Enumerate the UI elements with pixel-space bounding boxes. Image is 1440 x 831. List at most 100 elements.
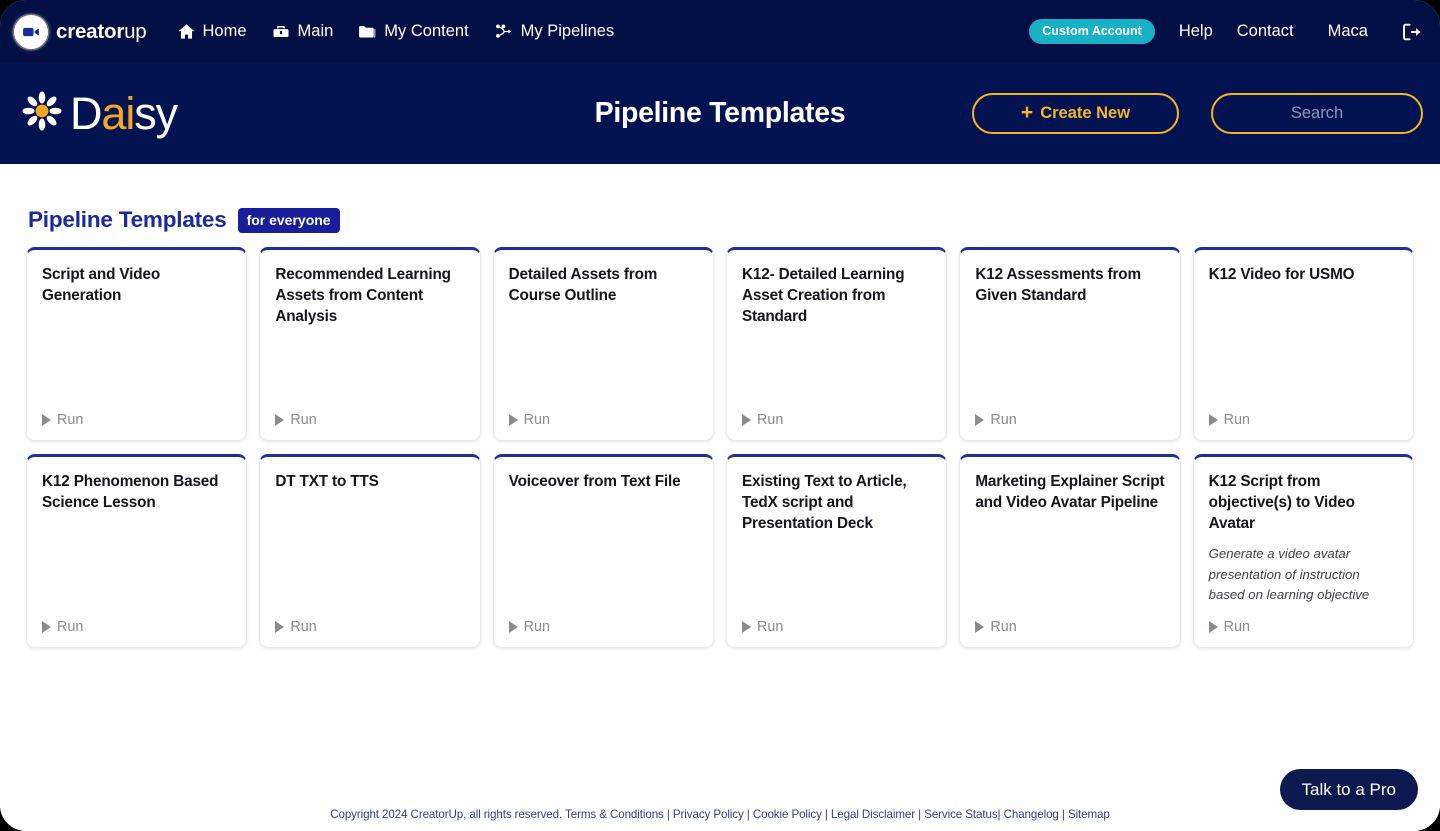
brand-name-bold: creator [56, 19, 125, 43]
template-card-title: Recommended Learning Assets from Content… [275, 266, 451, 326]
top-nav-right-group: Custom Account Help Contact Maca [1029, 19, 1422, 44]
template-card-title: Voiceover from Text File [508, 473, 681, 490]
run-label: Run [1223, 412, 1251, 428]
page-header: Daisy Pipeline Templates + Create New [0, 63, 1440, 164]
pipeline-nodes-icon [493, 22, 514, 41]
template-card-title: DT TXT to TTS [275, 473, 379, 490]
play-icon [741, 621, 751, 633]
run-button[interactable]: Run [741, 619, 931, 635]
footer-link-service-status[interactable]: Service Status [924, 808, 997, 821]
nav-item-my-pipelines[interactable]: My Pipelines [493, 22, 615, 41]
run-label: Run [1223, 619, 1251, 635]
run-label: Run [756, 412, 784, 428]
run-label: Run [290, 412, 317, 428]
create-new-button[interactable]: + Create New [972, 93, 1179, 134]
section-badge: for everyone [237, 207, 340, 233]
play-icon [1208, 414, 1218, 426]
play-icon [975, 414, 985, 426]
footer-link-privacy[interactable]: Privacy Policy [673, 808, 744, 821]
run-button[interactable]: Run [42, 619, 231, 635]
search-input[interactable] [1211, 93, 1423, 134]
template-card-title: Detailed Assets from Course Outline [508, 266, 658, 305]
run-label: Run [756, 619, 784, 635]
run-button[interactable]: Run [741, 412, 931, 428]
logout-icon[interactable] [1400, 21, 1422, 43]
section-title: Pipeline Templates [28, 207, 227, 232]
user-menu[interactable]: Maca [1328, 22, 1368, 41]
nav-item-help[interactable]: Help [1179, 22, 1213, 41]
template-card[interactable]: K12- Detailed Learning Asset Creation fr… [725, 247, 948, 441]
daisy-logo: Daisy [17, 86, 178, 141]
home-icon [177, 22, 196, 41]
nav-item-main-label: Main [297, 22, 334, 40]
run-label: Run [523, 412, 551, 428]
template-card[interactable]: K12 Assessments from Given Standard Run [959, 247, 1181, 441]
nav-item-contact[interactable]: Contact [1237, 22, 1294, 41]
run-label: Run [990, 412, 1017, 428]
play-icon [975, 621, 985, 633]
footer-copyright: Copyright 2024 CreatorUp, all rights res… [330, 808, 563, 821]
play-icon [508, 414, 518, 426]
template-card-title: K12 Phenomenon Based Science Lesson [42, 473, 219, 512]
nav-item-main[interactable]: Main [271, 22, 334, 41]
run-button[interactable]: Run [508, 619, 698, 635]
run-button[interactable]: Run [975, 412, 1164, 428]
play-icon [42, 621, 51, 633]
template-card[interactable]: Existing Text to Article, TedX script an… [725, 454, 948, 648]
folder-icon [357, 22, 377, 41]
template-card-title: Script and Video Generation [42, 266, 161, 305]
run-button[interactable]: Run [275, 412, 464, 428]
primary-nav-links: Home Main My Content My Pipelines [177, 22, 615, 41]
run-button[interactable]: Run [508, 412, 698, 428]
run-label: Run [523, 619, 551, 635]
play-icon [1208, 621, 1218, 633]
template-card-title: K12- Detailed Learning Asset Creation fr… [741, 266, 905, 326]
template-card[interactable]: DT TXT to TTS Run [259, 454, 481, 648]
template-card[interactable]: Voiceover from Text File Run [492, 454, 714, 648]
play-icon [42, 414, 51, 426]
template-card-title: K12 Script from objective(s) to Video Av… [1208, 473, 1355, 533]
creatorup-brand[interactable]: creatorup [14, 14, 147, 49]
run-button[interactable]: Run [42, 412, 231, 428]
nav-item-my-content[interactable]: My Content [357, 22, 469, 41]
footer-link-changelog[interactable]: Changelog [1004, 808, 1059, 821]
template-card[interactable]: Marketing Explainer Script and Video Ava… [959, 454, 1181, 648]
template-card-title: Marketing Explainer Script and Video Ava… [975, 473, 1165, 512]
custom-account-badge[interactable]: Custom Account [1029, 19, 1155, 44]
template-card[interactable]: Script and Video Generation Run [26, 247, 248, 441]
run-label: Run [990, 619, 1017, 635]
footer: Copyright 2024 CreatorUp, all rights res… [330, 808, 1110, 821]
brand-name-light: up [124, 19, 147, 43]
run-button[interactable]: Run [1208, 412, 1398, 428]
template-card[interactable]: Detailed Assets from Course Outline Run [492, 247, 714, 441]
template-card-title: K12 Video for USMO [1208, 266, 1355, 283]
video-camera-icon [14, 14, 48, 49]
run-label: Run [57, 412, 84, 428]
template-card[interactable]: K12 Phenomenon Based Science Lesson Run [26, 454, 248, 648]
daisy-text-ai: ai [101, 88, 135, 139]
template-card[interactable]: K12 Video for USMO Run [1192, 247, 1414, 441]
daisy-wordmark: Daisy [70, 88, 178, 139]
footer-link-cookie[interactable]: Cookie Policy [753, 808, 822, 821]
footer-link-sitemap[interactable]: Sitemap [1068, 808, 1110, 821]
footer-link-legal[interactable]: Legal Disclaimer [831, 808, 915, 821]
nav-item-my-content-label: My Content [384, 22, 469, 40]
nav-item-home[interactable]: Home [177, 22, 247, 41]
template-card-title: K12 Assessments from Given Standard [975, 266, 1141, 305]
nav-item-home-label: Home [202, 22, 247, 40]
app-window: creatorup Home Main My Content My Pipeli… [0, 0, 1440, 831]
footer-link-terms[interactable]: Terms & Conditions [565, 808, 664, 821]
template-card-title: Existing Text to Article, TedX script an… [741, 473, 907, 533]
template-card[interactable]: K12 Script from objective(s) to Video Av… [1192, 454, 1414, 648]
daisy-flower-icon [17, 86, 67, 141]
daisy-text-sy: sy [134, 88, 178, 139]
nav-item-my-pipelines-label: My Pipelines [520, 22, 615, 40]
play-icon [508, 621, 518, 633]
run-button[interactable]: Run [1208, 619, 1398, 635]
toolbox-icon [271, 22, 291, 41]
run-label: Run [290, 619, 317, 635]
run-button[interactable]: Run [275, 619, 464, 635]
talk-to-a-pro-button[interactable]: Talk to a Pro [1279, 769, 1418, 810]
template-card[interactable]: Recommended Learning Assets from Content… [259, 247, 481, 441]
run-button[interactable]: Run [975, 619, 1164, 635]
